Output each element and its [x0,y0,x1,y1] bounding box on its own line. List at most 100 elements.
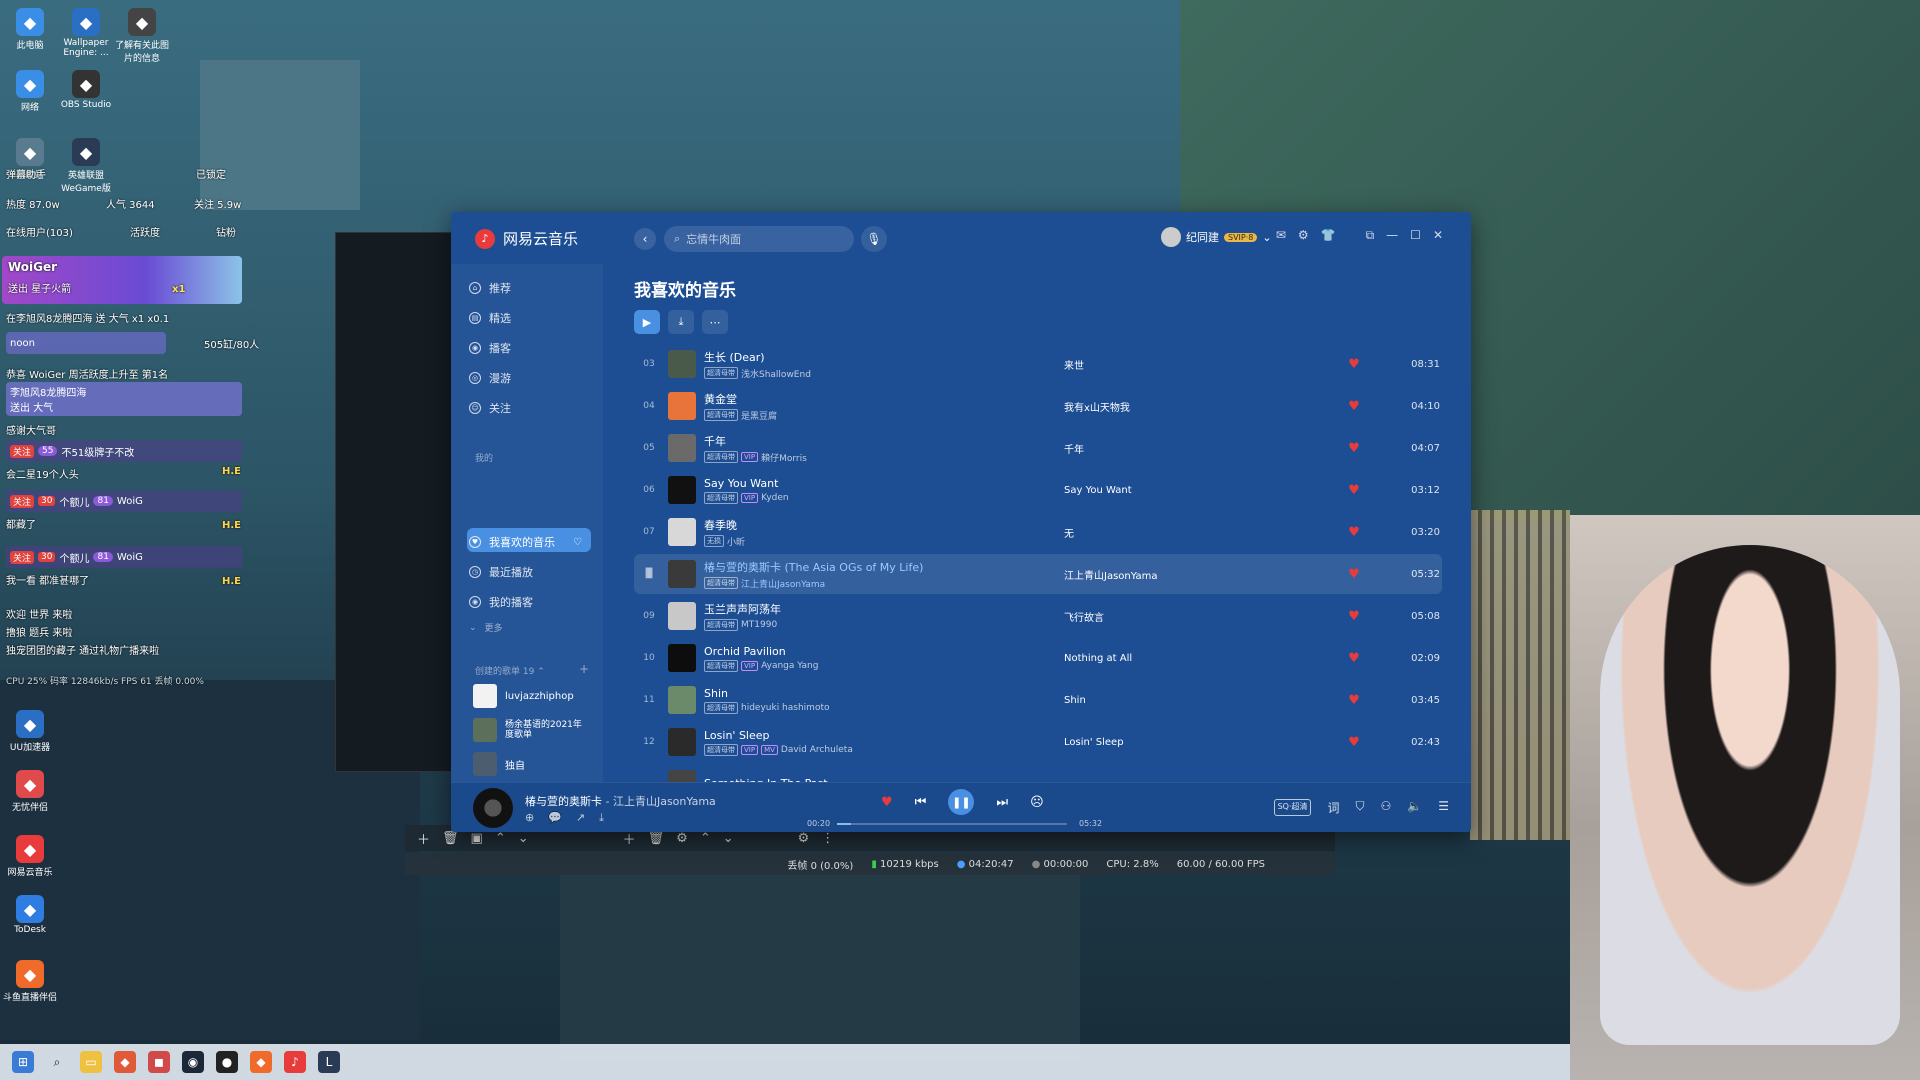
song-album[interactable]: Nothing at All [1064,653,1324,664]
play-all-button[interactable]: ▶ [634,310,660,334]
add-icon[interactable]: ＋ [417,829,430,848]
song-row[interactable]: 12 Losin' Sleep 超清母带 VIP MV David Archuleta… [634,722,1442,762]
sidebar-item-liked[interactable]: ♥ 我喜欢的音乐 ♡ [469,534,582,550]
song-row[interactable]: 03 生长 (Dear) 超清母带 浅水ShallowEnd 来世 ♥ 08:31 [634,344,1442,384]
download-button[interactable]: ⤓ [668,310,694,334]
desktop-icon-todesk[interactable]: ◆ ToDesk [0,895,60,935]
minimize-icon[interactable]: — [1386,228,1398,243]
delete-icon[interactable]: 🗑 [648,831,665,846]
add-playlist-icon[interactable]: + [579,662,589,676]
playlist-item[interactable]: 独自 [473,752,525,776]
song-row[interactable]: 05 千年 超清母带 VIP 賴仔Morris 千年 ♥ 04:07 [634,428,1442,468]
song-row[interactable]: 06 Say You Want 超清母带 VIP Kyden Say You Wan… [634,470,1442,510]
desktop-icon-computer[interactable]: ◆ 此电脑 [0,8,60,51]
pause-button[interactable]: ❚❚ [948,789,975,815]
sidebar-item-my-podcast[interactable]: ◉ 我的播客 [469,594,533,610]
next-icon[interactable]: ⏭ [996,795,1008,810]
delete-icon[interactable]: 🗑 [442,831,459,846]
song-row[interactable]: 10 Orchid Pavilion 超清母带 VIP Ayanga Yang No… [634,638,1442,678]
song-album[interactable]: 无 [1064,525,1324,540]
avatar[interactable] [1161,227,1181,247]
playlist-item[interactable]: luvjazzhiphop [473,684,574,708]
song-row[interactable]: 07 春季晚 无损 小昕 无 ♥ 03:20 [634,512,1442,552]
sidebar-item-follow[interactable]: ☺ 关注 [469,400,511,416]
netease-music-icon[interactable]: ♪ [284,1051,306,1073]
heart-icon[interactable]: ♥ [1324,483,1384,498]
sidebar-item-roam[interactable]: ◎ 漫游 [469,370,511,386]
heart-icon[interactable]: ♥ [1324,357,1384,372]
song-artist[interactable]: 賴仔Morris [761,451,807,464]
now-playing-cover[interactable] [473,788,513,828]
user-menu[interactable]: 纪同建 SVIP·8 ⌄ [1161,227,1272,247]
song-artist[interactable]: Ayanga Yang [761,661,818,671]
created-playlists-label[interactable]: 创建的歌单 19 ⌃ [475,664,545,677]
heart-icon[interactable]: ♥ [1324,609,1384,624]
file-explorer-icon[interactable]: ▭ [80,1051,102,1073]
song-album[interactable]: Shin [1064,695,1324,706]
song-artist[interactable]: MT1990 [741,620,777,630]
song-album[interactable]: Say You Want [1064,485,1324,496]
song-artist[interactable]: David Archuleta [781,745,853,755]
song-row[interactable]: 11 Shin 超清母带 hideyuki hashimoto Shin ♥ 03… [634,680,1442,720]
sidebar-item-podcast[interactable]: ◉ 播客 [469,340,511,356]
heart-icon[interactable]: ♥ [1324,441,1384,456]
desktop-icon-network[interactable]: ◆ 网络 [0,70,60,113]
heart-icon[interactable]: ♥ [1324,525,1384,540]
sidebar-item-featured[interactable]: ▤ 精选 [469,310,511,326]
skin-icon[interactable]: 👕 [1321,228,1336,243]
sidebar-item-recent[interactable]: ◷ 最近播放 [469,564,533,580]
song-album[interactable]: 我有x山天物我 [1064,399,1324,414]
desktop-icon-netease-music[interactable]: ◆ 网易云音乐 [0,835,60,878]
quality-badge[interactable]: SQ·超清 [1273,799,1312,816]
user-name[interactable]: 纪同建 [1186,229,1219,245]
maximize-icon[interactable]: ☐ [1410,228,1421,243]
wuyou-icon[interactable]: ◼ [148,1051,170,1073]
desktop-icon-camera-info[interactable]: ◆ 了解有关此图片的信息 [112,8,172,64]
back-button[interactable]: ‹ [634,228,656,250]
share-icon[interactable]: ↗ [576,811,585,825]
heart-icon[interactable]: ♥ [1324,735,1384,750]
heart-icon[interactable]: ♥ [1324,651,1384,666]
comment-icon[interactable]: 💬 [548,811,562,825]
listen-together-icon[interactable]: ⚇ [1381,799,1392,816]
playlist-queue-icon[interactable]: ☰ [1438,799,1449,816]
down-icon[interactable]: ⌄ [518,831,529,846]
song-album[interactable]: 千年 [1064,441,1324,456]
effects-icon[interactable]: ⛉ [1356,799,1365,816]
obs-icon[interactable]: ● [216,1051,238,1073]
song-artist[interactable]: Kyden [761,493,789,503]
desktop-icon-douyu[interactable]: ◆ 斗鱼直播伴侣 [0,960,60,1003]
more-button[interactable]: ⋯ [702,310,728,334]
douyu-icon[interactable]: ◆ [250,1051,272,1073]
mail-icon[interactable]: ✉ [1276,228,1286,243]
gear-icon[interactable]: ⚙ [676,831,688,846]
like-icon[interactable]: ♥ [881,795,893,810]
playlist-item[interactable]: 杨余基语的2021年度歌单 [473,718,585,742]
song-artist[interactable]: 江上青山JasonYama [741,577,825,590]
song-album[interactable]: 飞行故言 [1064,609,1324,624]
download-icon[interactable]: ⤓ [599,811,604,825]
desktop-icon-wuyou[interactable]: ◆ 无忧伴侣 [0,770,60,813]
mic-icon[interactable]: 🎙 [861,226,887,252]
heart-icon[interactable]: ♥ [1324,399,1384,414]
song-row[interactable]: ▐▌ 椿与萱的奥斯卡 (The Asia OGs of My Life) 超清母… [634,554,1442,594]
song-album[interactable]: Losin' Sleep [1064,737,1324,748]
chevron-down-icon[interactable]: ⌄ [1262,231,1271,244]
desktop-icon-uu[interactable]: ◆ UU加速器 [0,710,60,753]
filter-icon[interactable]: ▣ [471,831,483,846]
down-icon[interactable]: ⌄ [723,831,734,846]
app-logo[interactable]: ♪ 网易云音乐 [475,228,578,249]
lyrics-icon[interactable]: 词 [1327,799,1339,816]
lol-icon[interactable]: L [318,1051,340,1073]
more-icon[interactable]: ⋮ [821,831,834,846]
song-row[interactable]: 04 黄金堂 超清母带 是黑豆腐 我有x山天物我 ♥ 04:10 [634,386,1442,426]
song-album[interactable]: 江上青山JasonYama [1064,567,1324,582]
progress-bar[interactable] [837,823,1067,825]
now-playing-title[interactable]: 椿与萱的奥斯卡 - 江上青山JasonYama [525,793,716,809]
volume-icon[interactable]: 🔈 [1407,799,1422,816]
sidebar-item-recommend[interactable]: ⌂ 推荐 [469,280,511,296]
heart-icon[interactable]: ♥ [1324,567,1384,582]
song-artist[interactable]: hideyuki hashimoto [741,703,829,713]
sidebar-more[interactable]: ⌄ 更多 [469,621,503,635]
search-input[interactable]: ⌕ 忘情牛肉面 [664,226,854,252]
